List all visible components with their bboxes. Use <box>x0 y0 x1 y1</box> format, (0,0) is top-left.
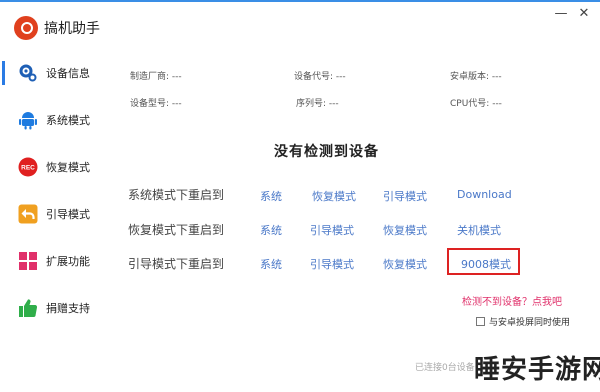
sidebar-item-system-mode[interactable]: 系统模式 <box>0 100 108 140</box>
sync-screen-mirroring-checkbox[interactable] <box>476 317 485 326</box>
reboot-option-download[interactable]: Download <box>457 188 512 201</box>
gear-icon <box>19 64 37 82</box>
reboot-option-recovery[interactable]: 恢复模式 <box>312 188 356 204</box>
active-indicator <box>2 61 5 85</box>
reboot-option-bootloader[interactable]: 引导模式 <box>310 256 354 272</box>
reboot-option-system[interactable]: 系统 <box>260 256 282 272</box>
sidebar-item-label: 系统模式 <box>46 114 90 127</box>
title-bar: 搞机助手 — ✕ <box>0 2 600 46</box>
sidebar-item-label: 设备信息 <box>46 67 90 80</box>
sidebar-item-recovery-mode[interactable]: REC 恢复模式 <box>0 147 108 187</box>
thumbs-up-icon <box>19 299 38 317</box>
reboot-option-recovery[interactable]: 恢复模式 <box>383 222 427 238</box>
android-version-info: 安卓版本: --- <box>450 72 502 82</box>
sidebar-item-donate[interactable]: 捐赠支持 <box>0 288 108 328</box>
serial-info: 序列号: --- <box>296 99 339 109</box>
reboot-option-system[interactable]: 系统 <box>260 188 282 204</box>
reboot-option-bootloader[interactable]: 引导模式 <box>383 188 427 204</box>
sidebar-item-label: 扩展功能 <box>46 255 90 268</box>
system-mode-row-label: 系统模式下重启到 <box>128 188 225 202</box>
grid-icon <box>19 252 37 270</box>
connection-status: 已连接0台设备 <box>415 363 475 373</box>
app-logo-icon <box>14 16 38 40</box>
sidebar-item-label: 捐赠支持 <box>46 302 90 315</box>
reboot-option-poweroff[interactable]: 关机模式 <box>457 222 501 238</box>
sidebar-item-device-info[interactable]: 设备信息 <box>0 53 108 93</box>
recovery-mode-row-label: 恢复模式下重启到 <box>128 223 225 237</box>
android-icon <box>19 112 37 130</box>
sidebar-item-bootloader-mode[interactable]: 引导模式 <box>0 194 108 234</box>
bootloader-mode-row-label: 引导模式下重启到 <box>128 257 225 271</box>
cpu-info: CPU代号: --- <box>450 99 502 109</box>
no-device-heading: 没有检测到设备 <box>274 144 379 160</box>
sidebar-item-extensions[interactable]: 扩展功能 <box>0 241 108 281</box>
sidebar-item-label: 引导模式 <box>46 208 90 221</box>
reboot-option-bootloader[interactable]: 引导模式 <box>310 222 354 238</box>
device-code-info: 设备代号: --- <box>294 72 346 82</box>
reboot-option-recovery[interactable]: 恢复模式 <box>383 256 427 272</box>
close-button[interactable]: ✕ <box>575 6 593 21</box>
sync-screen-mirroring-label[interactable]: 与安卓投屏同时使用 <box>489 315 570 328</box>
sidebar-item-label: 恢复模式 <box>46 161 90 174</box>
manufacturer-info: 制造厂商: --- <box>130 72 182 82</box>
app-title: 搞机助手 <box>44 21 100 37</box>
model-info: 设备型号: --- <box>130 99 182 109</box>
highlight-box <box>447 248 520 275</box>
rec-badge-text: REC <box>21 165 35 172</box>
device-not-detected-help-link[interactable]: 检测不到设备？点我吧 <box>462 293 562 308</box>
minimize-button[interactable]: — <box>552 6 570 21</box>
site-watermark: 睡安手游网 <box>474 355 600 385</box>
rec-icon: REC <box>18 157 38 177</box>
back-arrow-icon <box>18 204 38 224</box>
sidebar: 设备信息 系统模式 REC 恢复模式 引导模式 扩展功能 捐赠支持 <box>0 50 108 350</box>
reboot-option-system[interactable]: 系统 <box>260 222 282 238</box>
